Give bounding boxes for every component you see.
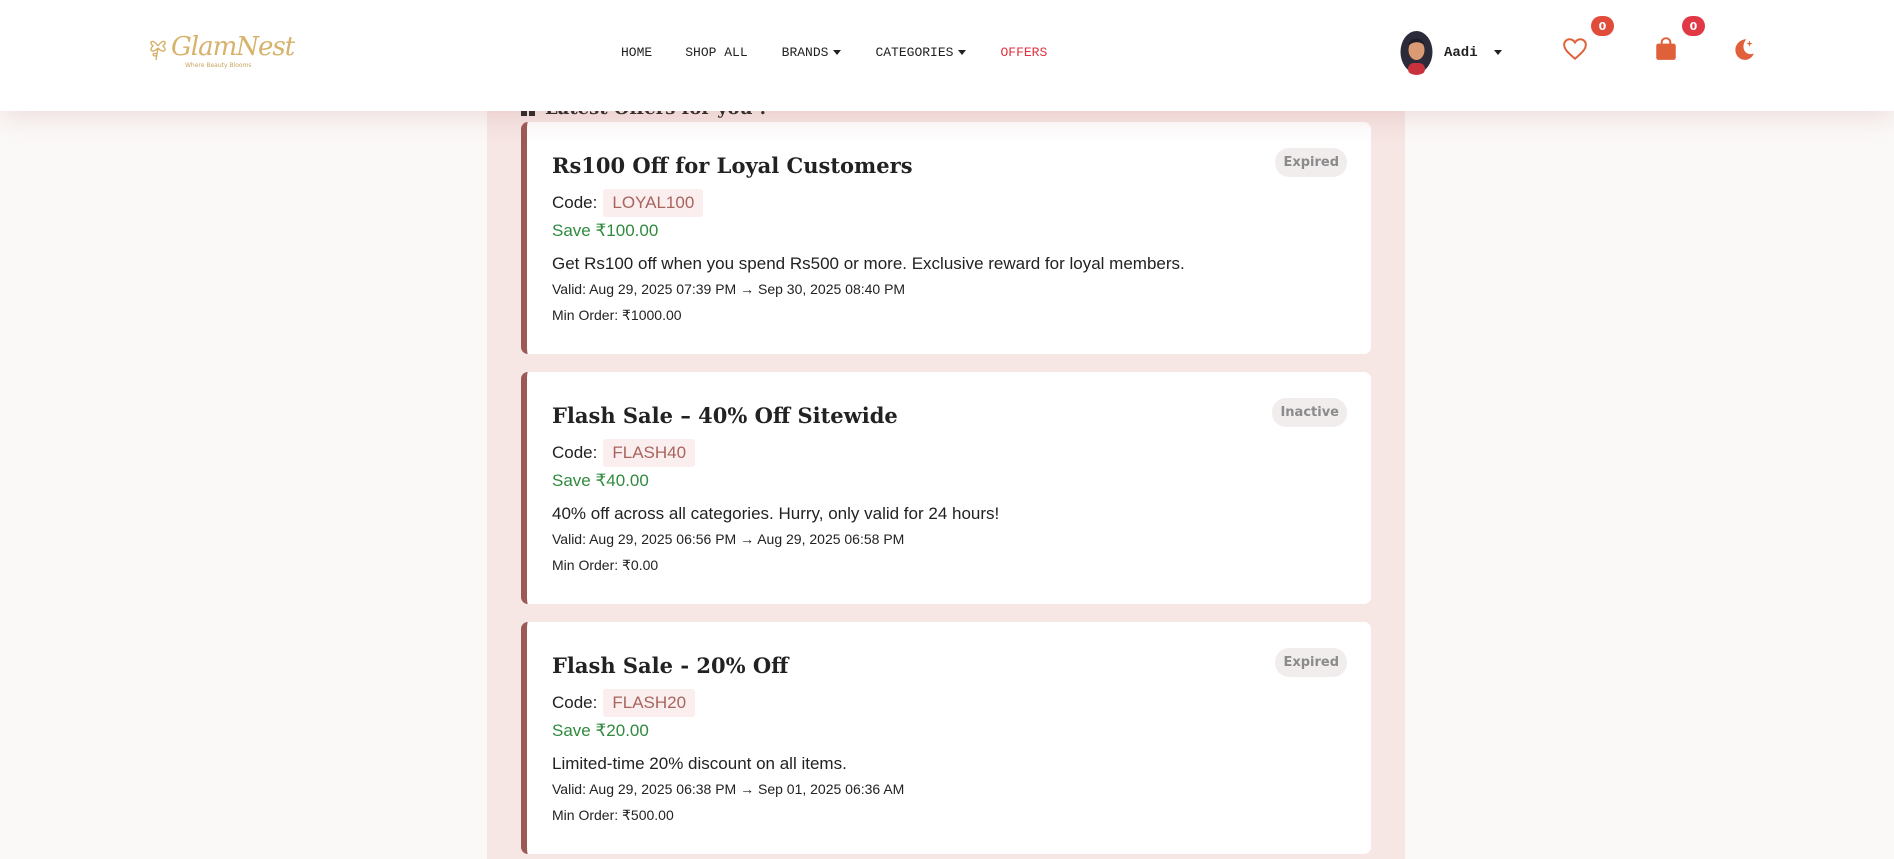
nav-item-label: HOME xyxy=(621,44,653,60)
flower-icon xyxy=(150,40,166,61)
code-label: Code: xyxy=(552,193,598,212)
offer-save: Save ₹20.00 xyxy=(552,721,649,740)
offer-validity: Valid: Aug 29, 2025 06:38 PM → Sep 01, 2… xyxy=(552,781,905,797)
offer-card: Rs100 Off for Loyal Customers Expired Co… xyxy=(521,122,1371,354)
status-badge: Inactive xyxy=(1272,398,1347,427)
user-name: Aadi xyxy=(1444,44,1478,61)
chevron-down-icon xyxy=(958,49,967,55)
chevron-down-icon xyxy=(833,49,842,55)
offer-title: Rs100 Off for Loyal Customers xyxy=(552,153,913,178)
moon-icon xyxy=(1735,39,1754,60)
offer-code-row: Code: LOYAL100 xyxy=(552,188,1346,218)
offer-code[interactable]: LOYAL100 xyxy=(603,189,704,217)
offers-panel: Latest Offers for you ! Rs100 Off for Lo… xyxy=(487,62,1405,859)
offer-description: 40% off across all categories. Hurry, on… xyxy=(552,504,1000,523)
offer-code-row: Code: FLASH40 xyxy=(552,438,1346,468)
cart-button[interactable]: 0 xyxy=(1653,16,1705,64)
nav-item-home[interactable]: HOME xyxy=(621,43,652,61)
offer-card: Flash Sale – 40% Off Sitewide Inactive C… xyxy=(521,372,1371,604)
user-menu[interactable]: Aadi xyxy=(1399,30,1502,75)
heart-icon xyxy=(1563,38,1587,61)
site-header: GlamNest Where Beauty Blooms HOME SHOP A… xyxy=(0,0,1894,111)
cart-count-badge: 0 xyxy=(1682,16,1705,36)
code-label: Code: xyxy=(552,693,598,712)
offer-min-order: Min Order: ₹0.00 xyxy=(552,557,659,573)
wishlist-button[interactable]: 0 xyxy=(1562,16,1614,64)
offer-card: Flash Sale - 20% Off Expired Code: FLASH… xyxy=(521,622,1371,854)
main-nav: HOME SHOP ALL BRANDS CATEGORIES OFFERS xyxy=(621,43,1047,61)
brand-logo[interactable]: GlamNest Where Beauty Blooms xyxy=(145,32,295,69)
nav-item-shop-all[interactable]: SHOP ALL xyxy=(685,43,747,61)
offer-code-row: Code: FLASH20 xyxy=(552,688,1346,718)
status-badge: Expired xyxy=(1275,148,1347,177)
offer-min-order: Min Order: ₹500.00 xyxy=(552,807,674,823)
chevron-down-icon xyxy=(1493,50,1502,55)
brand-name: GlamNest xyxy=(171,32,295,62)
status-badge: Expired xyxy=(1275,648,1347,677)
brand-tagline: Where Beauty Blooms xyxy=(185,62,252,69)
offer-validity: Valid: Aug 29, 2025 06:56 PM → Aug 29, 2… xyxy=(552,531,905,547)
nav-item-label: SHOP ALL xyxy=(685,44,748,60)
theme-toggle-button[interactable] xyxy=(1730,36,1758,64)
offer-description: Get Rs100 off when you spend Rs500 or mo… xyxy=(552,254,1185,273)
offer-save: Save ₹100.00 xyxy=(552,221,659,240)
code-label: Code: xyxy=(552,443,598,462)
nav-item-label: CATEGORIES xyxy=(875,44,954,60)
offer-save: Save ₹40.00 xyxy=(552,471,649,490)
offer-code[interactable]: FLASH40 xyxy=(603,439,696,467)
nav-item-label: OFFERS xyxy=(1000,44,1048,60)
offer-validity: Valid: Aug 29, 2025 07:39 PM → Sep 30, 2… xyxy=(552,281,906,297)
wishlist-count-badge: 0 xyxy=(1591,16,1614,36)
offer-description: Limited-time 20% discount on all items. xyxy=(552,754,847,773)
offer-title: Flash Sale - 20% Off xyxy=(552,653,789,678)
nav-item-offers[interactable]: OFFERS xyxy=(1000,43,1047,61)
nav-item-categories[interactable]: CATEGORIES xyxy=(875,43,967,61)
nav-item-brands[interactable]: BRANDS xyxy=(782,43,842,61)
shopping-bag-icon xyxy=(1656,37,1676,60)
avatar xyxy=(1399,30,1434,75)
offer-code[interactable]: FLASH20 xyxy=(603,689,696,717)
offer-title: Flash Sale – 40% Off Sitewide xyxy=(552,403,898,428)
nav-item-label: BRANDS xyxy=(781,44,829,60)
offer-min-order: Min Order: ₹1000.00 xyxy=(552,307,682,323)
